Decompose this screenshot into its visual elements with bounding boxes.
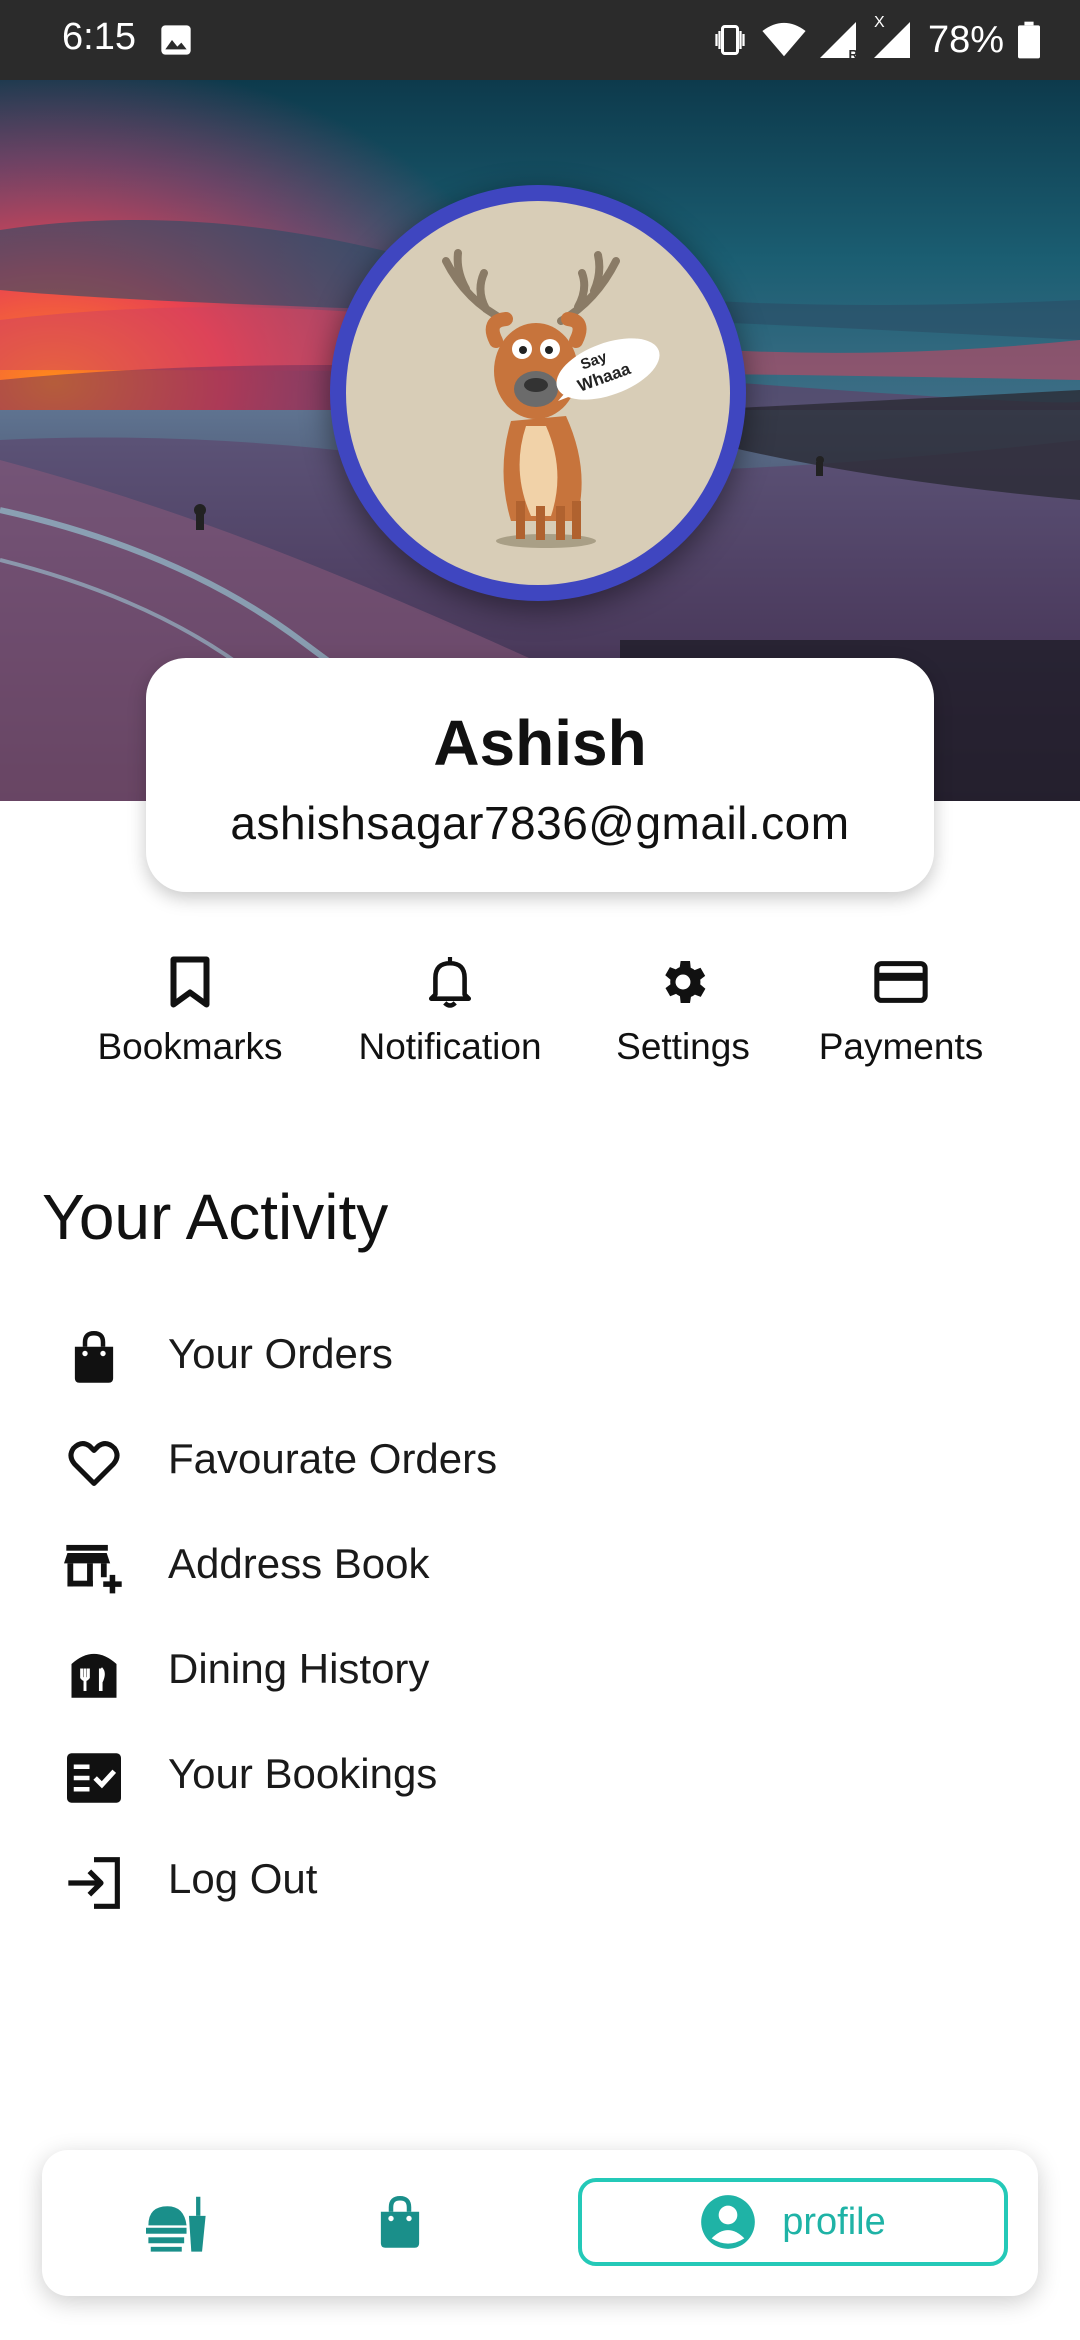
nav-bag-button[interactable] (280, 2150, 520, 2296)
dining-history-label: Dining History (168, 1645, 430, 1692)
bookmarks-label: Bookmarks (97, 1026, 283, 1067)
payments-button[interactable]: Payments (806, 950, 996, 1068)
log-out-label: Log Out (168, 1855, 318, 1902)
battery-icon (1018, 21, 1040, 59)
profile-email: ashishsagar7836@gmail.com (230, 797, 850, 849)
nav-food-button[interactable] (102, 2150, 252, 2296)
status-time: 6:15 (62, 16, 136, 58)
bookmarks-button[interactable]: Bookmarks (90, 950, 290, 1068)
payments-label: Payments (818, 1026, 984, 1067)
credit-card-icon (874, 961, 928, 1003)
quick-actions: Bookmarks Notification Settings Payments (0, 950, 1080, 1090)
avatar-image: Say Whaaa (346, 201, 730, 585)
notification-label: Notification (358, 1026, 542, 1067)
checklist-icon (67, 1753, 121, 1803)
dining-icon (71, 1653, 117, 1698)
shopping-bag-icon (380, 2196, 420, 2248)
log-out-item[interactable]: Log Out (0, 1835, 1080, 1925)
activity-title: Your Activity (42, 1181, 389, 1253)
signal-r-icon: R (819, 22, 860, 62)
bottom-navigation: profile (42, 2150, 1038, 2296)
settings-button[interactable]: Settings (600, 950, 766, 1068)
account-circle-icon (701, 2195, 756, 2249)
address-book-item[interactable]: Address Book (0, 1520, 1080, 1610)
store-add-icon (64, 1544, 122, 1594)
profile-name: Ashish (433, 707, 647, 779)
address-book-label: Address Book (168, 1540, 430, 1587)
status-bar: 6:15 R X 78% (0, 0, 1080, 80)
avatar[interactable]: Say Whaaa (330, 185, 746, 601)
dining-history-item[interactable]: Dining History (0, 1625, 1080, 1715)
nav-profile-button[interactable]: profile (578, 2178, 1008, 2266)
favourate-orders-label: Favourate Orders (168, 1435, 498, 1482)
battery-percent: 78% (927, 18, 1004, 61)
your-orders-item[interactable]: Your Orders (0, 1310, 1080, 1400)
profile-card: Ashish ashishsagar7836@gmail.com (146, 658, 934, 892)
network-badge: R (848, 47, 858, 62)
your-orders-label: Your Orders (168, 1330, 393, 1377)
vibrate-icon (715, 25, 745, 55)
shopping-bag-icon (74, 1331, 114, 1383)
notification-button[interactable]: Notification (340, 950, 560, 1068)
settings-label: Settings (616, 1026, 750, 1067)
wifi-icon (762, 22, 806, 57)
bell-icon (428, 957, 472, 1008)
status-icons: R X 78% (712, 14, 1040, 66)
image-notification-icon (161, 25, 191, 55)
your-bookings-label: Your Bookings (168, 1750, 438, 1797)
nav-profile-label: profile (782, 2200, 886, 2243)
heart-icon (68, 1441, 120, 1486)
favourate-orders-item[interactable]: Favourate Orders (0, 1415, 1080, 1505)
bookmark-icon (170, 956, 210, 1008)
logout-icon (68, 1857, 120, 1909)
deer-illustration: Say Whaaa (442, 249, 660, 548)
signal-badge: X (873, 14, 885, 31)
gear-icon (665, 961, 706, 1003)
food-service-icon (146, 2196, 206, 2252)
your-bookings-item[interactable]: Your Bookings (0, 1730, 1080, 1820)
signal-x-icon: X (873, 14, 914, 58)
